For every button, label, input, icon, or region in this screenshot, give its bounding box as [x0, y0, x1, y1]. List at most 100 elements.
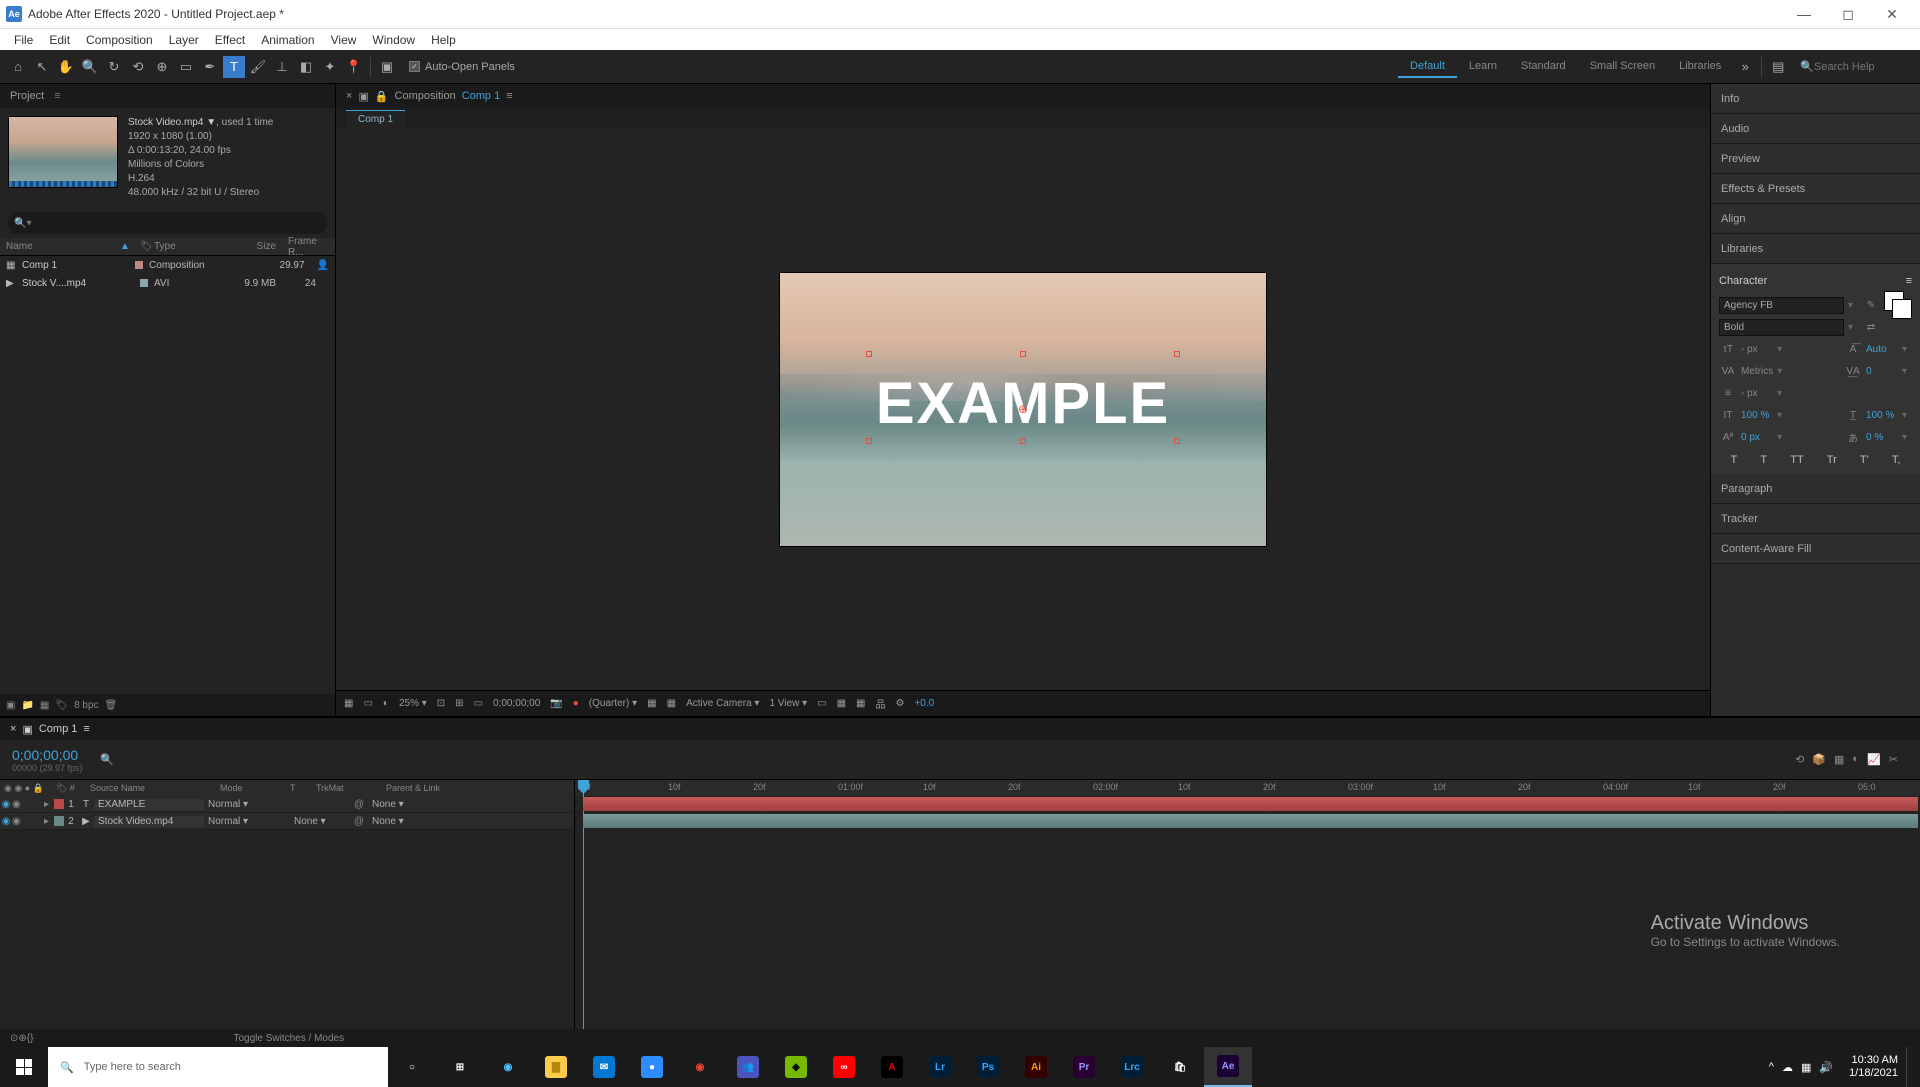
stroke-width-input[interactable]: - px	[1741, 388, 1773, 399]
rotate-tool[interactable]: ⟲	[127, 56, 149, 78]
workspace-small-screen[interactable]: Small Screen	[1578, 56, 1667, 78]
channel-icon[interactable]: ●	[573, 698, 579, 709]
project-row[interactable]: ▦Comp 1Composition29.97👤	[0, 256, 335, 274]
grid-icon[interactable]: ⊞	[455, 698, 463, 709]
system-tray[interactable]: ^ ☁ ▦ 🔊	[1761, 1061, 1841, 1074]
toggle-switches-button[interactable]: Toggle Switches / Modes	[233, 1033, 344, 1044]
zoom-tool[interactable]: 🔍	[79, 56, 101, 78]
home-tool[interactable]: ⌂	[7, 56, 29, 78]
pixel-aspect-icon[interactable]: ▭	[817, 698, 826, 709]
menu-layer[interactable]: Layer	[161, 31, 207, 49]
tracking-input[interactable]: 0	[1866, 366, 1898, 377]
search-help-input[interactable]	[1814, 61, 1914, 73]
hscale-input[interactable]: 100 %	[1866, 410, 1898, 421]
leading-input[interactable]: Auto	[1866, 344, 1898, 355]
panel-preview[interactable]: Preview	[1711, 144, 1920, 174]
menu-composition[interactable]: Composition	[78, 31, 161, 49]
taskbar-app-pr[interactable]: Pr	[1060, 1047, 1108, 1087]
tl-switch-icon[interactable]: ⊙	[10, 1033, 18, 1044]
col-type[interactable]: Type	[148, 241, 228, 252]
tl-switch-icon[interactable]: {}	[27, 1033, 34, 1044]
quality-dropdown[interactable]: (Quarter) ▾	[589, 698, 637, 709]
panel-toggle-icon[interactable]: ▣	[376, 56, 398, 78]
composition-name[interactable]: Comp 1	[462, 90, 501, 102]
taskbar-app-store[interactable]: 🛍	[1156, 1047, 1204, 1087]
fullres-icon[interactable]: ⊡	[437, 698, 445, 709]
panel-menu-icon[interactable]: ≡	[506, 90, 512, 102]
panel-effects---presets[interactable]: Effects & Presets	[1711, 174, 1920, 204]
color-swatch[interactable]	[1884, 291, 1912, 319]
taskbar-app-zoom[interactable]: ●	[628, 1047, 676, 1087]
taskbar-app-cortana[interactable]: ○	[388, 1047, 436, 1087]
timeline-tab[interactable]: ×▣Comp 1≡	[0, 718, 1920, 740]
start-button[interactable]	[0, 1047, 48, 1087]
brush-tool[interactable]: 🖌	[247, 56, 269, 78]
close-tab-icon[interactable]: ×	[346, 90, 352, 102]
menu-help[interactable]: Help	[423, 31, 464, 49]
search-help[interactable]: 🔍	[1800, 60, 1914, 73]
col-size[interactable]: Size	[228, 241, 282, 252]
menu-edit[interactable]: Edit	[41, 31, 78, 49]
fast-preview-icon[interactable]: ▦	[837, 698, 846, 709]
panel-libraries[interactable]: Libraries	[1711, 234, 1920, 264]
menu-file[interactable]: File	[6, 31, 41, 49]
taskbar-app-mail[interactable]: ✉	[580, 1047, 628, 1087]
eraser-tool[interactable]: ◧	[295, 56, 317, 78]
volume-icon[interactable]: 🔊	[1819, 1061, 1833, 1074]
text-style-button[interactable]: T	[1731, 454, 1738, 466]
hand-tool[interactable]: ✋	[55, 56, 77, 78]
col-parent[interactable]: Parent & Link	[386, 783, 486, 793]
selection-tool[interactable]: ↖	[31, 56, 53, 78]
taskbar-app-ai[interactable]: Ai	[1012, 1047, 1060, 1087]
panel-align[interactable]: Align	[1711, 204, 1920, 234]
reset-exposure-icon[interactable]: ⚙	[895, 698, 904, 709]
col-source[interactable]: Source Name	[80, 783, 220, 793]
timeline-track[interactable]	[575, 796, 1920, 813]
show-desktop-button[interactable]	[1906, 1047, 1920, 1087]
text-style-button[interactable]: Tr	[1827, 454, 1837, 466]
resolution-icon[interactable]: ▭	[363, 698, 372, 709]
tsume-input[interactable]: 0 %	[1866, 432, 1898, 443]
panel-menu-icon[interactable]: ≡	[54, 90, 60, 102]
mask-icon[interactable]: ◐	[383, 698, 389, 709]
panel-menu-icon[interactable]: ≡	[1906, 275, 1912, 287]
taskbar-clock[interactable]: 10:30 AM 1/18/2021	[1841, 1054, 1906, 1080]
close-button[interactable]: ✕	[1870, 1, 1914, 27]
asset-thumbnail[interactable]	[8, 116, 118, 188]
tl-switch-icon[interactable]: ⊕	[18, 1033, 26, 1044]
clone-tool[interactable]: ⊥	[271, 56, 293, 78]
draft3d-icon[interactable]: 📦	[1812, 753, 1826, 766]
timeline-track[interactable]	[575, 813, 1920, 830]
baseline-input[interactable]: 0 px	[1741, 432, 1773, 443]
project-row[interactable]: ▶Stock V....mp4AVI9.9 MB24	[0, 274, 335, 292]
taskbar-app-edge[interactable]: ◉	[484, 1047, 532, 1087]
panel-content-aware-fill[interactable]: Content-Aware Fill	[1711, 534, 1920, 564]
close-icon[interactable]: ×	[10, 723, 16, 735]
timeline-icon[interactable]: ▦	[856, 698, 865, 709]
project-search[interactable]: 🔍▾	[8, 212, 327, 234]
vscale-input[interactable]: 100 %	[1741, 410, 1773, 421]
taskbar-app-chrome[interactable]: ◉	[676, 1047, 724, 1087]
taskbar-search[interactable]: 🔍Type here to search	[48, 1047, 388, 1087]
orbit-tool[interactable]: ↻	[103, 56, 125, 78]
panel-menu-icon[interactable]: ▤	[1767, 56, 1789, 78]
kerning-input[interactable]: Metrics	[1741, 366, 1773, 377]
snap-icon[interactable]: ✂	[1889, 753, 1898, 766]
menu-window[interactable]: Window	[364, 31, 423, 49]
minimize-button[interactable]: —	[1782, 1, 1826, 27]
menu-effect[interactable]: Effect	[207, 31, 253, 49]
col-mode[interactable]: Mode	[220, 783, 290, 793]
region-icon[interactable]: ▭	[474, 698, 483, 709]
col-framerate[interactable]: Frame R...	[282, 236, 332, 258]
taskbar-app-ps[interactable]: Ps	[964, 1047, 1012, 1087]
taskbar-app-acrobat[interactable]: A	[868, 1047, 916, 1087]
frameblend-icon[interactable]: ▦	[1834, 753, 1844, 766]
auto-open-panels-checkbox[interactable]: ✓Auto-Open Panels	[409, 61, 515, 73]
taskbar-app-taskview[interactable]: ⊞	[436, 1047, 484, 1087]
puppet-tool[interactable]: 📍	[343, 56, 365, 78]
composition-canvas[interactable]: EXAMPLE ⊕	[780, 273, 1266, 546]
taskbar-app-explorer[interactable]: ▇	[532, 1047, 580, 1087]
taskbar-app-nvidia[interactable]: ◈	[772, 1047, 820, 1087]
eyedropper-icon[interactable]: ✎	[1862, 300, 1880, 311]
menu-animation[interactable]: Animation	[253, 31, 322, 49]
